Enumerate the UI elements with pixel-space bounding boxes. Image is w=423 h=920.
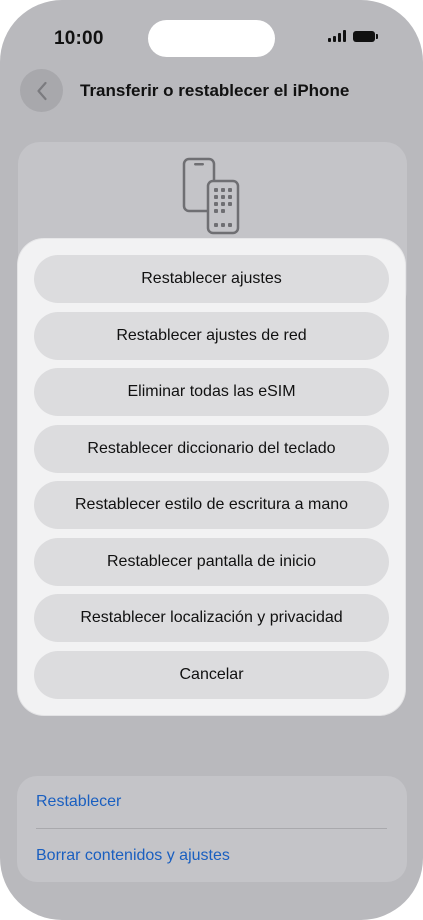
- chevron-left-icon: [36, 81, 47, 100]
- page-title: Transferir o restablecer el iPhone: [80, 81, 350, 100]
- cancel-button[interactable]: Cancelar: [34, 651, 389, 699]
- cellular-signal-icon: [328, 30, 346, 42]
- list-divider: [36, 828, 387, 829]
- status-time: 10:00: [54, 28, 104, 49]
- dynamic-island: [148, 20, 275, 57]
- reset-settings-button[interactable]: Restablecer ajustes: [34, 255, 389, 303]
- reset-action-sheet: Restablecer ajustes Restablecer ajustes …: [18, 239, 405, 715]
- delete-all-esims-button[interactable]: Eliminar todas las eSIM: [34, 368, 389, 416]
- erase-all-content-link[interactable]: Borrar contenidos y ajustes: [36, 847, 230, 865]
- reset-keyboard-dictionary-button[interactable]: Restablecer diccionario del teclado: [34, 425, 389, 473]
- status-icons: [328, 30, 378, 42]
- reset-network-settings-button[interactable]: Restablecer ajustes de red: [34, 312, 389, 360]
- reset-home-screen-button[interactable]: Restablecer pantalla de inicio: [34, 538, 389, 586]
- phone-screen: 10:00 Transferir o restablecer el iPhone…: [0, 0, 423, 920]
- reset-link[interactable]: Restablecer: [36, 793, 121, 811]
- reset-options-list: Restablecer Borrar contenidos y ajustes: [17, 776, 407, 882]
- reset-handwriting-style-button[interactable]: Restablecer estilo de escritura a mano: [34, 481, 389, 529]
- transfer-devices-icon: [182, 157, 240, 235]
- back-button[interactable]: [20, 69, 63, 112]
- battery-icon: [353, 30, 378, 42]
- reset-location-privacy-button[interactable]: Restablecer localización y privacidad: [34, 594, 389, 642]
